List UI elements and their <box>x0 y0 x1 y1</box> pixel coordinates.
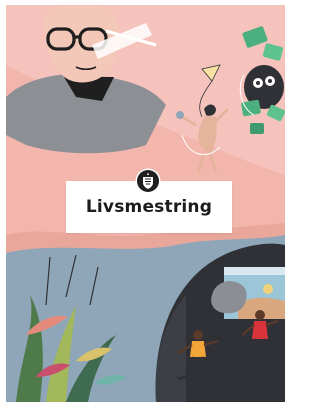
cover-title: Livsmestring <box>85 197 213 217</box>
book-cover: Livsmestring <box>6 5 285 402</box>
coat-of-arms-icon <box>135 168 161 194</box>
